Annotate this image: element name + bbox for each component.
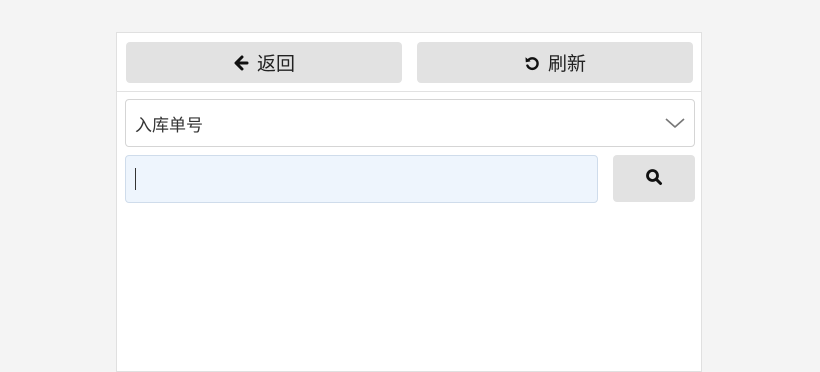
rotate-ccw-icon <box>524 55 540 71</box>
chevron-down-icon <box>665 114 685 137</box>
search-button[interactable] <box>613 155 695 202</box>
refresh-button-label: 刷新 <box>547 53 586 75</box>
arrow-left-icon <box>233 55 249 71</box>
select-value: 入库单号 <box>135 115 203 136</box>
main-panel: 返回 刷新 入库单号 <box>116 32 702 372</box>
search-icon <box>645 168 663 190</box>
search-field-select[interactable]: 入库单号 <box>125 99 695 147</box>
toolbar: 返回 刷新 <box>117 33 701 92</box>
back-button-label: 返回 <box>256 53 295 75</box>
refresh-button[interactable]: 刷新 <box>417 42 693 83</box>
back-button[interactable]: 返回 <box>126 42 402 83</box>
text-caret <box>135 168 136 190</box>
search-input[interactable] <box>125 155 598 203</box>
